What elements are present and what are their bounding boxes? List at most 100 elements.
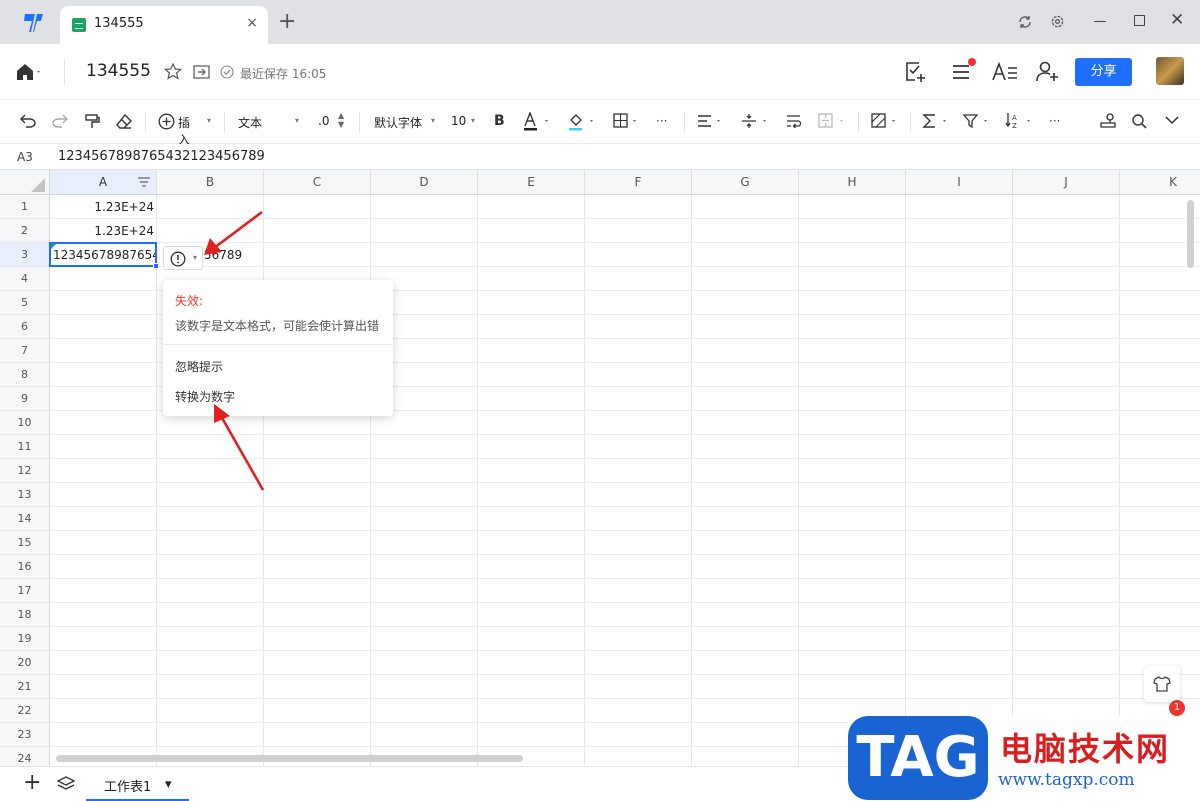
fill-color-icon[interactable] bbox=[568, 112, 600, 132]
merge-cells-icon[interactable] bbox=[818, 113, 850, 129]
cell-B3-overflow[interactable]: 56789 bbox=[204, 243, 264, 267]
row-header-9[interactable]: 9 bbox=[0, 387, 50, 411]
more-tools-button[interactable]: ··· bbox=[1049, 114, 1060, 128]
cell-A2[interactable]: 1.23E+24 bbox=[50, 219, 154, 243]
browser-tab[interactable]: 134555 × bbox=[60, 6, 268, 44]
fill-handle[interactable] bbox=[153, 263, 159, 269]
row-header-23[interactable]: 23 bbox=[0, 723, 50, 747]
row-header-15[interactable]: 15 bbox=[0, 531, 50, 555]
sheet-tab-active[interactable]: 工作表1 ▾ bbox=[86, 767, 189, 801]
spreadsheet-grid[interactable]: ABCDEFGHIJK 1 2 3 4 5 6 7 8 9 10 11 12 13 14 15 16 17 18 1… bbox=[0, 170, 1200, 766]
task-check-icon[interactable] bbox=[904, 61, 926, 83]
home-icon[interactable] bbox=[16, 63, 42, 81]
row-header-19[interactable]: 19 bbox=[0, 627, 50, 651]
column-header-F[interactable]: F bbox=[585, 170, 692, 195]
maximize-window-button[interactable] bbox=[1134, 15, 1145, 26]
column-filter-icon[interactable] bbox=[137, 177, 151, 188]
font-color-icon[interactable] bbox=[523, 112, 557, 132]
column-header-D[interactable]: D bbox=[371, 170, 478, 195]
row-header-16[interactable]: 16 bbox=[0, 555, 50, 579]
row-header-12[interactable]: 12 bbox=[0, 459, 50, 483]
row-header-8[interactable]: 8 bbox=[0, 363, 50, 387]
close-window-button[interactable]: ✕ bbox=[1170, 10, 1184, 30]
row-header-21[interactable]: 21 bbox=[0, 675, 50, 699]
row-header-4[interactable]: 4 bbox=[0, 267, 50, 291]
add-sheet-button[interactable]: + bbox=[23, 770, 41, 795]
row-header-6[interactable]: 6 bbox=[0, 315, 50, 339]
column-header-E[interactable]: E bbox=[478, 170, 585, 195]
notification-badge[interactable]: 1 bbox=[1169, 700, 1185, 716]
row-header-10[interactable]: 10 bbox=[0, 411, 50, 435]
minimize-window-button[interactable] bbox=[1094, 21, 1106, 22]
menu-icon[interactable] bbox=[952, 58, 976, 80]
column-header-J[interactable]: J bbox=[1013, 170, 1120, 195]
cell-A1[interactable]: 1.23E+24 bbox=[50, 195, 154, 219]
more-format-button[interactable]: ··· bbox=[656, 114, 667, 128]
number-format-select[interactable]: 文本 ▾ bbox=[238, 112, 302, 132]
redo-icon[interactable] bbox=[52, 114, 68, 128]
vertical-align-icon[interactable] bbox=[741, 113, 773, 129]
font-size-select[interactable]: 10 ▾ bbox=[451, 112, 481, 132]
row-header-1[interactable]: 1 bbox=[0, 195, 50, 219]
column-header-I[interactable]: I bbox=[906, 170, 1013, 195]
column-header-H[interactable]: H bbox=[799, 170, 906, 195]
vertical-scrollbar-thumb[interactable] bbox=[1187, 200, 1194, 268]
row-header-22[interactable]: 22 bbox=[0, 699, 50, 723]
clear-format-eraser-icon[interactable] bbox=[116, 113, 132, 129]
font-family-select[interactable]: 默认字体 ▾ bbox=[374, 112, 438, 132]
formula-input[interactable]: 1234567898765432123456789 bbox=[58, 149, 265, 164]
wrap-text-icon[interactable] bbox=[786, 114, 802, 128]
app-logo-icon[interactable] bbox=[22, 12, 46, 34]
sheet-list-layers-icon[interactable] bbox=[57, 776, 75, 792]
row-header-18[interactable]: 18 bbox=[0, 603, 50, 627]
border-icon[interactable] bbox=[613, 113, 643, 129]
column-header-G[interactable]: G bbox=[692, 170, 799, 195]
collapse-toolbar-chevron-icon[interactable] bbox=[1165, 116, 1179, 125]
row-header-20[interactable]: 20 bbox=[0, 651, 50, 675]
horizontal-scrollbar-thumb[interactable] bbox=[56, 755, 523, 762]
theme-skin-button[interactable] bbox=[1144, 666, 1180, 702]
filter-icon[interactable] bbox=[963, 113, 995, 129]
decimal-places-control[interactable]: .0 ▲ ▼ bbox=[318, 111, 350, 132]
row-header-17[interactable]: 17 bbox=[0, 579, 50, 603]
new-tab-button[interactable]: + bbox=[278, 9, 296, 34]
close-tab-button[interactable]: × bbox=[246, 15, 258, 31]
add-collaborator-icon[interactable] bbox=[1036, 61, 1060, 83]
row-header-7[interactable]: 7 bbox=[0, 339, 50, 363]
star-icon[interactable] bbox=[164, 63, 182, 80]
row-header-24[interactable]: 24 bbox=[0, 747, 50, 766]
document-title[interactable]: 134555 bbox=[86, 61, 151, 81]
sort-icon[interactable]: AZ bbox=[1005, 112, 1037, 130]
conditional-format-icon[interactable] bbox=[871, 113, 903, 129]
search-icon[interactable] bbox=[1132, 114, 1147, 129]
column-header-B[interactable]: B bbox=[157, 170, 264, 195]
column-header-K[interactable]: K bbox=[1120, 170, 1200, 195]
settings-gear-icon[interactable] bbox=[1050, 14, 1065, 29]
decimal-stepper-icon[interactable]: ▲ ▼ bbox=[338, 111, 344, 129]
ignore-warning-option[interactable]: 忽略提示 bbox=[175, 358, 223, 375]
error-dropdown-icon: ▾ bbox=[193, 253, 198, 262]
text-style-icon[interactable] bbox=[992, 62, 1018, 82]
format-painter-icon[interactable] bbox=[84, 113, 100, 129]
row-header-2[interactable]: 2 bbox=[0, 219, 50, 243]
row-header-14[interactable]: 14 bbox=[0, 507, 50, 531]
move-to-folder-icon[interactable] bbox=[193, 65, 210, 79]
stamp-tool-icon[interactable] bbox=[1099, 113, 1117, 129]
row-header-3[interactable]: 3 bbox=[0, 243, 50, 267]
row-header-5[interactable]: 5 bbox=[0, 291, 50, 315]
cell-reference-box[interactable]: A3 bbox=[17, 150, 33, 164]
user-avatar[interactable] bbox=[1156, 57, 1184, 85]
bold-button[interactable]: B bbox=[494, 113, 505, 129]
undo-icon[interactable] bbox=[20, 114, 36, 128]
row-header-11[interactable]: 11 bbox=[0, 435, 50, 459]
select-all-corner[interactable] bbox=[0, 170, 50, 195]
row-header-13[interactable]: 13 bbox=[0, 483, 50, 507]
convert-to-number-option[interactable]: 转换为数字 bbox=[175, 388, 235, 405]
horizontal-align-icon[interactable] bbox=[697, 114, 727, 128]
sheet-tab-dropdown-icon[interactable]: ▾ bbox=[165, 777, 172, 792]
column-header-C[interactable]: C bbox=[264, 170, 371, 195]
sync-icon[interactable] bbox=[1018, 15, 1032, 29]
error-indicator-button[interactable]: ▾ bbox=[163, 246, 203, 270]
share-button[interactable]: 分享 bbox=[1075, 58, 1132, 86]
sum-function-icon[interactable] bbox=[922, 113, 954, 129]
